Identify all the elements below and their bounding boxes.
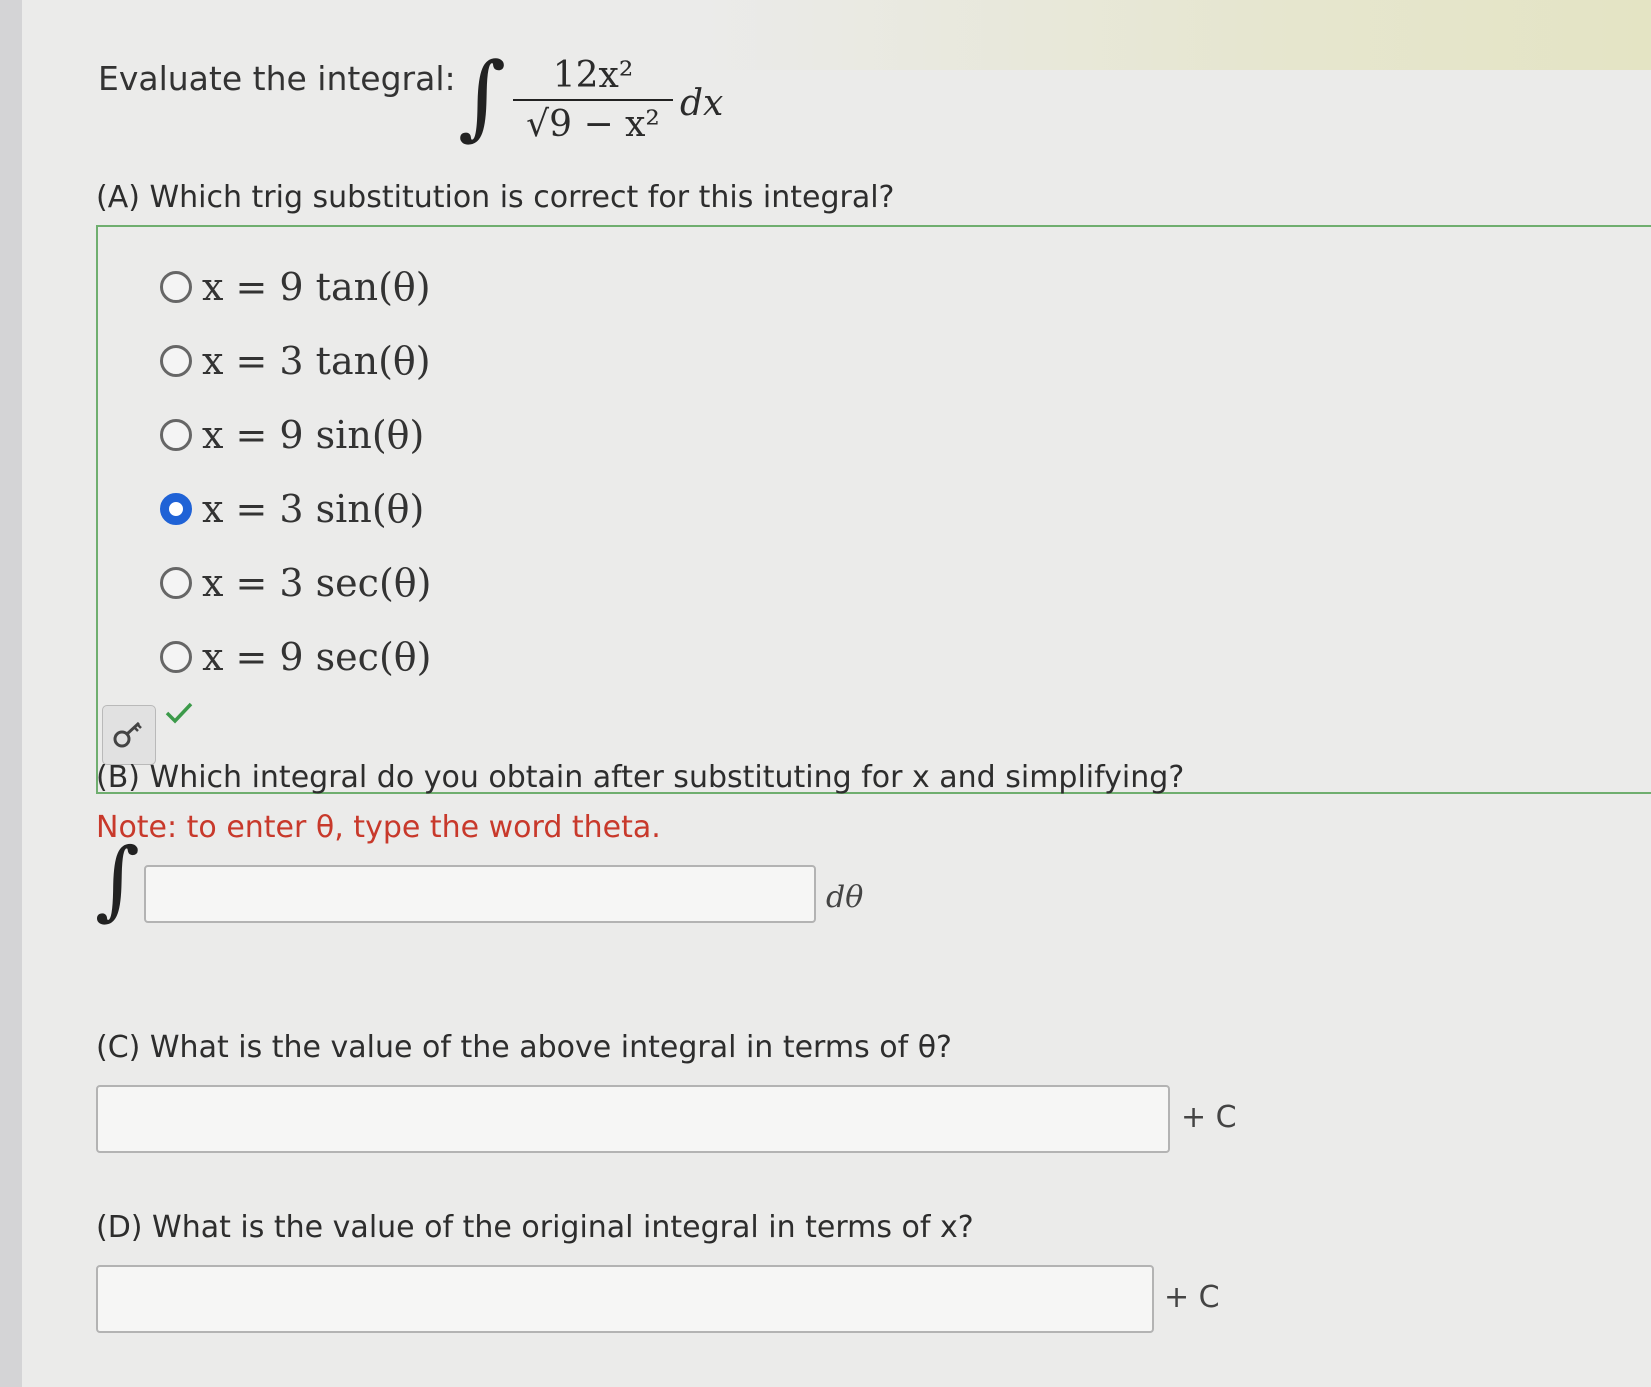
integrand-fraction: 12x² √9 − x² — [513, 55, 673, 145]
choice-option-selected[interactable]: x = 3 sin(θ) — [160, 472, 431, 546]
part-d-question: (D) What is the value of the original in… — [96, 1210, 974, 1245]
choice-option[interactable]: x = 9 sin(θ) — [160, 398, 431, 472]
integral-differential: dx — [680, 83, 724, 124]
part-b-note: Note: to enter θ, type the word theta. — [96, 810, 661, 845]
top-background-glow — [700, 0, 1651, 70]
part-c-question: (C) What is the value of the above integ… — [96, 1030, 952, 1065]
radio-button[interactable] — [160, 271, 192, 303]
radio-button[interactable] — [160, 419, 192, 451]
part-c-answer-input[interactable] — [96, 1085, 1170, 1153]
choice-label: x = 9 tan(θ) — [202, 265, 431, 309]
choice-label: x = 9 sec(θ) — [202, 635, 432, 679]
key-icon — [113, 721, 142, 748]
choice-option[interactable]: x = 9 tan(θ) — [160, 250, 431, 324]
radio-button[interactable] — [160, 345, 192, 377]
part-d-answer-input[interactable] — [96, 1265, 1154, 1333]
choice-label: x = 9 sin(θ) — [202, 413, 425, 457]
part-c-plus-c: + C — [1181, 1100, 1237, 1135]
fraction-bar — [513, 99, 673, 101]
checkmark-icon — [165, 702, 193, 724]
choice-option[interactable]: x = 9 sec(θ) — [160, 620, 431, 694]
integrand-denominator: √9 − x² — [526, 104, 660, 145]
choice-label: x = 3 tan(θ) — [202, 339, 431, 383]
answer-key-button[interactable] — [102, 705, 156, 765]
part-b-suffix: dθ — [826, 880, 864, 915]
part-b-answer-input[interactable] — [144, 865, 816, 923]
problem-header: Evaluate the integral: ∫ 12x² √9 − x² dx — [98, 43, 798, 175]
integral-sign-icon: ∫ — [458, 43, 506, 150]
part-b-question: (B) Which integral do you obtain after s… — [96, 760, 1185, 795]
choice-option[interactable]: x = 3 tan(θ) — [160, 324, 431, 398]
part-a-question: (A) Which trig substitution is correct f… — [96, 180, 895, 215]
page-left-edge — [0, 0, 22, 1387]
problem-prompt: Evaluate the integral: — [98, 59, 456, 98]
choice-label: x = 3 sin(θ) — [202, 487, 425, 531]
part-a-choices: x = 9 tan(θ) x = 3 tan(θ) x = 9 sin(θ) x… — [160, 250, 431, 694]
integral-sign-icon: ∫ — [95, 830, 140, 930]
radio-button[interactable] — [160, 567, 192, 599]
choice-label: x = 3 sec(θ) — [202, 561, 432, 605]
radio-button-selected[interactable] — [160, 493, 192, 525]
radio-button[interactable] — [160, 641, 192, 673]
choice-option[interactable]: x = 3 sec(θ) — [160, 546, 431, 620]
part-d-plus-c: + C — [1164, 1280, 1220, 1315]
integrand-numerator: 12x² — [552, 55, 634, 96]
